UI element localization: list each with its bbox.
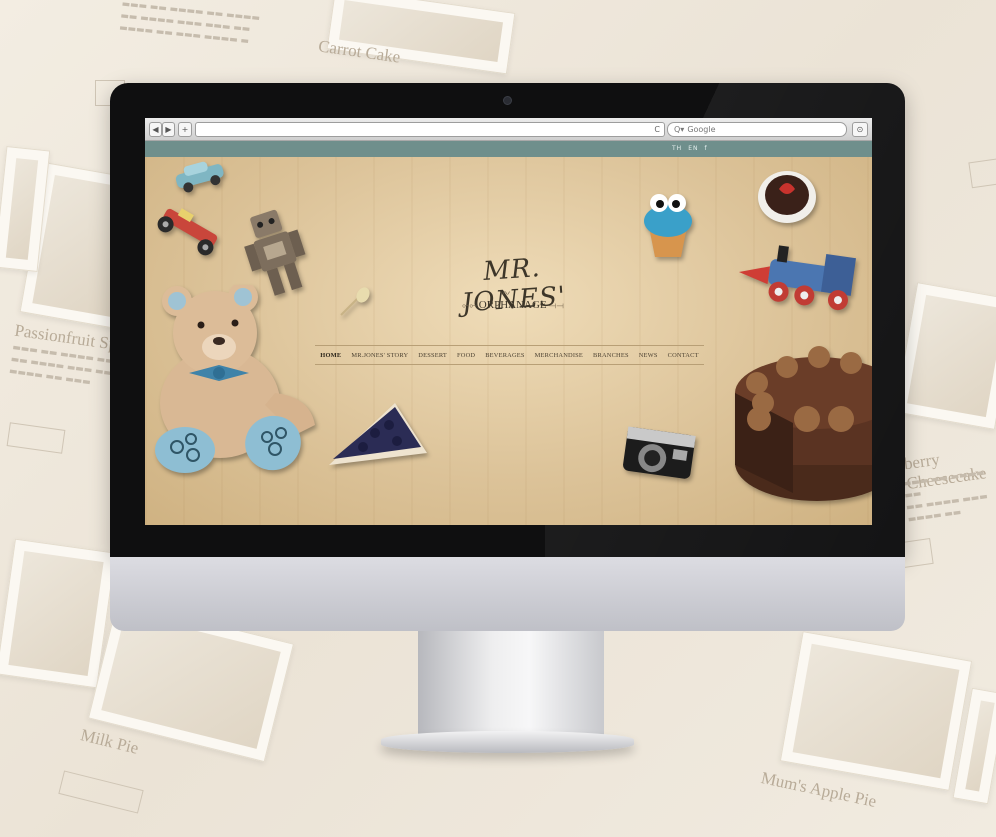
wind-up-key-icon — [340, 287, 370, 316]
bg-card-bottom-left — [0, 538, 117, 689]
camera-toy-icon — [623, 426, 696, 479]
cupcake-icon — [644, 194, 692, 257]
chocolate-cake-icon — [735, 346, 872, 501]
nav-food[interactable]: FOOD — [457, 352, 475, 359]
search-placeholder: Google — [687, 125, 716, 134]
main-nav: HOME MR.JONES' STORY DESSERT FOOD BEVERA… — [315, 345, 704, 365]
lang-th[interactable]: TH — [672, 145, 682, 152]
nav-branches[interactable]: BRANCHES — [593, 352, 629, 359]
site-top-strip: TH EN f — [145, 141, 872, 157]
logo-ornament-icon: 〰 — [500, 289, 510, 300]
search-icon: Q▾ — [674, 125, 685, 134]
forward-button[interactable]: ▶ — [162, 122, 175, 137]
browser-toolbar: ◀ ▶ + C Q▾ Google ⊙ — [145, 118, 872, 141]
logo-sub-text: ORPHANAGE — [478, 299, 547, 311]
address-bar[interactable]: C — [195, 122, 665, 137]
nav-beverages[interactable]: BEVERAGES — [485, 352, 524, 359]
lava-cake-icon — [758, 171, 816, 223]
blueberry-tart-icon — [329, 403, 427, 465]
new-tab-button[interactable]: + — [178, 122, 192, 137]
lang-en[interactable]: EN — [688, 145, 698, 152]
nav-home[interactable]: HOME — [320, 352, 341, 359]
downloads-button[interactable]: ⊙ — [852, 122, 868, 137]
camera-icon — [503, 96, 512, 105]
teddy-bear-icon — [155, 285, 315, 473]
hero-wood-background: MR. JONES' 〰 ⟜⟜ ORPHANAGE ⟞⟞ HOME MR.JON… — [145, 157, 872, 525]
reload-icon[interactable]: C — [654, 123, 660, 136]
facebook-icon[interactable]: f — [704, 145, 707, 152]
nav-dessert[interactable]: DESSERT — [418, 352, 447, 359]
nav-merchandise[interactable]: MERCHANDISE — [535, 352, 583, 359]
bg-card-button — [968, 157, 996, 189]
toy-car-blue-icon — [175, 161, 224, 193]
language-switcher: TH EN f — [672, 145, 714, 152]
back-button[interactable]: ◀ — [149, 122, 162, 137]
nav-news[interactable]: NEWS — [639, 352, 658, 359]
monitor-chin — [110, 557, 905, 631]
logo-sub: ⟜⟜ ORPHANAGE ⟞⟞ — [462, 299, 564, 311]
monitor-base — [381, 731, 634, 753]
nav-contact[interactable]: CONTACT — [668, 352, 699, 359]
monitor-stand — [418, 631, 604, 737]
toy-race-car-icon — [157, 208, 218, 256]
bg-card-button — [900, 538, 934, 568]
toy-train-icon — [738, 245, 856, 311]
search-input[interactable]: Q▾ Google — [667, 122, 847, 137]
screen: ◀ ▶ + C Q▾ Google ⊙ TH EN f MR. JONES' 〰… — [145, 118, 872, 525]
nav-story[interactable]: MR.JONES' STORY — [351, 352, 408, 359]
